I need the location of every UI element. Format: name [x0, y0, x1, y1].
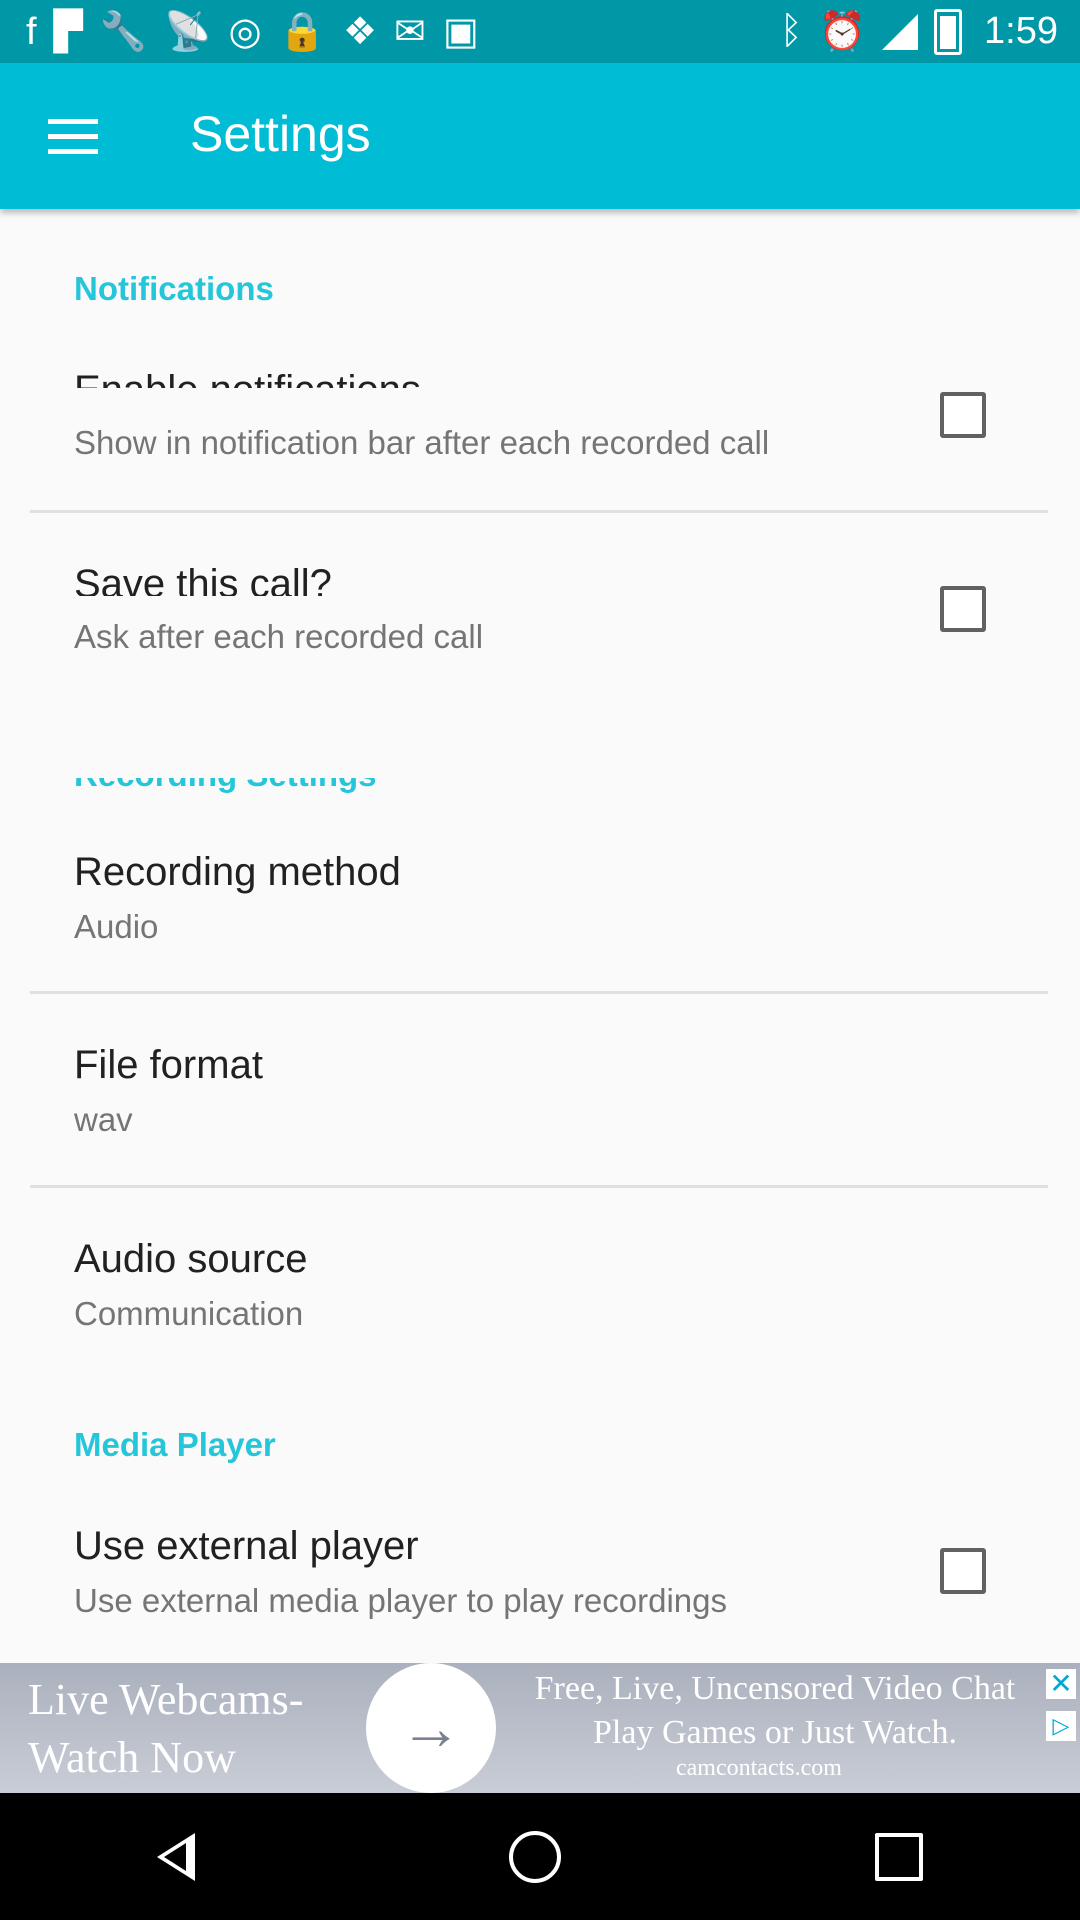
bluetooth-icon: ᛒ [779, 10, 803, 52]
ad-left-text: Live Webcams- Watch Now [28, 1671, 303, 1787]
app-bar: Settings [0, 63, 1080, 209]
alarm-icon: ⏰ [818, 10, 867, 53]
satellite-icon: 📡 [164, 10, 212, 53]
setting-title: Recording method [74, 850, 401, 894]
home-icon[interactable] [509, 1830, 561, 1883]
setting-subtitle: wav [74, 1101, 133, 1138]
system-icons: ᛒ ⏰ 1:59 [779, 8, 1058, 55]
section-header-recording: Recording Settings [60, 778, 377, 791]
setting-subtitle: Communication [74, 1295, 304, 1332]
flipboard-icon: ▛ [53, 10, 83, 53]
vpn-icon: ◎ [228, 10, 262, 53]
dropbox-icon: ❖ [342, 10, 378, 53]
menu-icon[interactable] [48, 119, 98, 155]
setting-subtitle: Ask after each recorded call [74, 618, 484, 655]
ad-line: Play Games or Just Watch. [593, 1714, 957, 1751]
close-icon[interactable]: ✕ [1046, 1669, 1076, 1699]
notification-icons: f ▛ 🔧 📡 ◎ 🔒 ❖ ✉ ▣ [26, 13, 479, 51]
ad-banner[interactable]: Live Webcams- Watch Now → Free, Live, Un… [0, 1663, 1080, 1793]
setting-title: Save this call? [74, 562, 332, 596]
briefcase-icon: ▣ [442, 10, 479, 53]
setting-title: File format [74, 1043, 263, 1087]
facebook-icon: f [26, 10, 37, 53]
clipped-title: Enable notifications [74, 370, 421, 388]
divider [30, 1185, 1048, 1188]
arrow-right-icon[interactable]: → [366, 1663, 496, 1793]
use-external-player-checkbox[interactable] [940, 1548, 986, 1594]
section-header-media-player: Media Player [74, 1426, 276, 1463]
ad-right-text: Free, Live, Uncensored Video Chat Play G… [505, 1667, 1045, 1755]
divider [30, 510, 1048, 513]
inbox-icon: ✉ [394, 10, 426, 53]
setting-subtitle: Use external media player to play record… [74, 1582, 727, 1619]
ad-line: Watch Now [28, 1733, 236, 1782]
ad-line: Free, Live, Uncensored Video Chat [534, 1670, 1016, 1707]
lock-icon: 🔒 [278, 10, 326, 53]
back-icon[interactable] [157, 1832, 195, 1881]
battery-icon [934, 8, 963, 55]
setting-title: Use external player [74, 1524, 419, 1568]
signal-icon [882, 13, 919, 50]
ad-domain: camcontacts.com [676, 1755, 842, 1781]
setting-subtitle: Audio [74, 908, 159, 945]
section-header-notifications: Notifications [74, 270, 274, 307]
save-call-checkbox[interactable] [940, 586, 986, 632]
page-title: Settings [190, 106, 371, 162]
setting-title: Audio source [74, 1237, 308, 1281]
ad-choices-icon[interactable]: ▷ [1046, 1711, 1076, 1741]
ad-line: Live Webcams- [28, 1675, 304, 1724]
divider [30, 991, 1048, 994]
navigation-bar [0, 1793, 1080, 1920]
enable-notifications-checkbox[interactable] [940, 392, 986, 438]
status-time: 1:59 [984, 10, 1058, 52]
recent-apps-icon[interactable] [875, 1832, 923, 1881]
setting-title: Enable notifications [74, 370, 421, 388]
status-bar: f ▛ 🔧 📡 ◎ 🔒 ❖ ✉ ▣ ᛒ ⏰ 1:59 [0, 0, 1080, 63]
wrench-icon: 🔧 [99, 10, 148, 53]
clipped-title: Save this call? [74, 562, 332, 596]
clipped-section: Recording Settings [60, 778, 377, 794]
setting-subtitle: Show in notification bar after each reco… [74, 424, 770, 461]
